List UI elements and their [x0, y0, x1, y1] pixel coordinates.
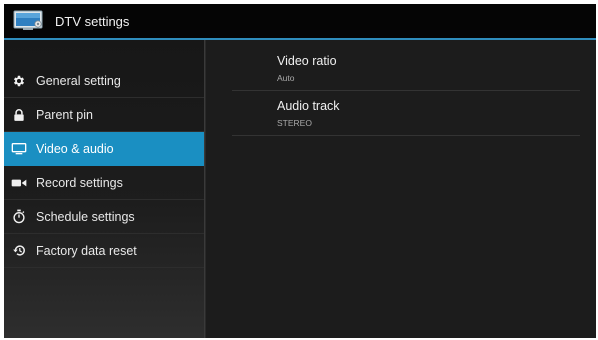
- restore-icon: [11, 243, 27, 259]
- sidebar: General setting Parent pin Video & audio…: [4, 40, 205, 338]
- setting-value: Auto: [277, 73, 295, 83]
- sidebar-item-label: Record settings: [36, 175, 123, 190]
- sidebar-item-factory-data-reset[interactable]: Factory data reset: [4, 234, 204, 268]
- setting-title: Video ratio: [277, 54, 337, 68]
- dtv-settings-window: DTV settings General setting Parent pin …: [4, 4, 596, 338]
- sidebar-item-record-settings[interactable]: Record settings: [4, 166, 204, 200]
- setting-value: STEREO: [277, 118, 312, 128]
- lock-icon: [11, 107, 27, 123]
- sidebar-item-schedule-settings[interactable]: Schedule settings: [4, 200, 204, 234]
- setting-audio-track[interactable]: Audio track STEREO: [232, 91, 580, 136]
- sidebar-item-label: General setting: [36, 73, 121, 88]
- monitor-icon: [11, 141, 27, 157]
- setting-title: Audio track: [277, 99, 340, 113]
- sidebar-item-label: Parent pin: [36, 107, 93, 122]
- video-camera-icon: [11, 175, 27, 191]
- window-title: DTV settings: [55, 13, 130, 29]
- sidebar-item-label: Video & audio: [36, 141, 114, 156]
- sidebar-item-general-setting[interactable]: General setting: [4, 64, 204, 98]
- tv-icon: [13, 10, 45, 32]
- sidebar-item-label: Factory data reset: [36, 243, 137, 258]
- sidebar-item-video-audio[interactable]: Video & audio: [4, 132, 204, 166]
- sidebar-menu: General setting Parent pin Video & audio…: [4, 64, 204, 268]
- gear-icon: [11, 73, 27, 89]
- settings-list: Video ratio Auto Audio track STEREO: [206, 46, 596, 136]
- sidebar-item-label: Schedule settings: [36, 209, 135, 224]
- sidebar-item-parent-pin[interactable]: Parent pin: [4, 98, 204, 132]
- stopwatch-icon: [11, 209, 27, 225]
- setting-video-ratio[interactable]: Video ratio Auto: [232, 46, 580, 91]
- title-bar: DTV settings: [4, 4, 596, 38]
- settings-panel: Video ratio Auto Audio track STEREO: [205, 40, 596, 338]
